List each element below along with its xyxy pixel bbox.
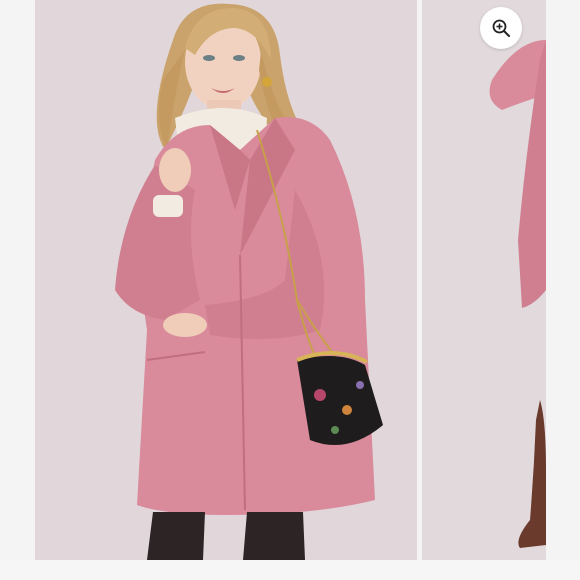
main-product-image[interactable]: [35, 0, 417, 560]
product-image-gallery: [0, 0, 580, 580]
zoom-button[interactable]: [480, 7, 522, 49]
coat-back-view-illustration: [422, 0, 546, 560]
zoom-in-icon: [491, 18, 511, 38]
model-in-pink-coat-illustration: [35, 0, 417, 560]
next-product-image[interactable]: [422, 0, 546, 560]
gallery-footer-strip: [0, 560, 580, 580]
